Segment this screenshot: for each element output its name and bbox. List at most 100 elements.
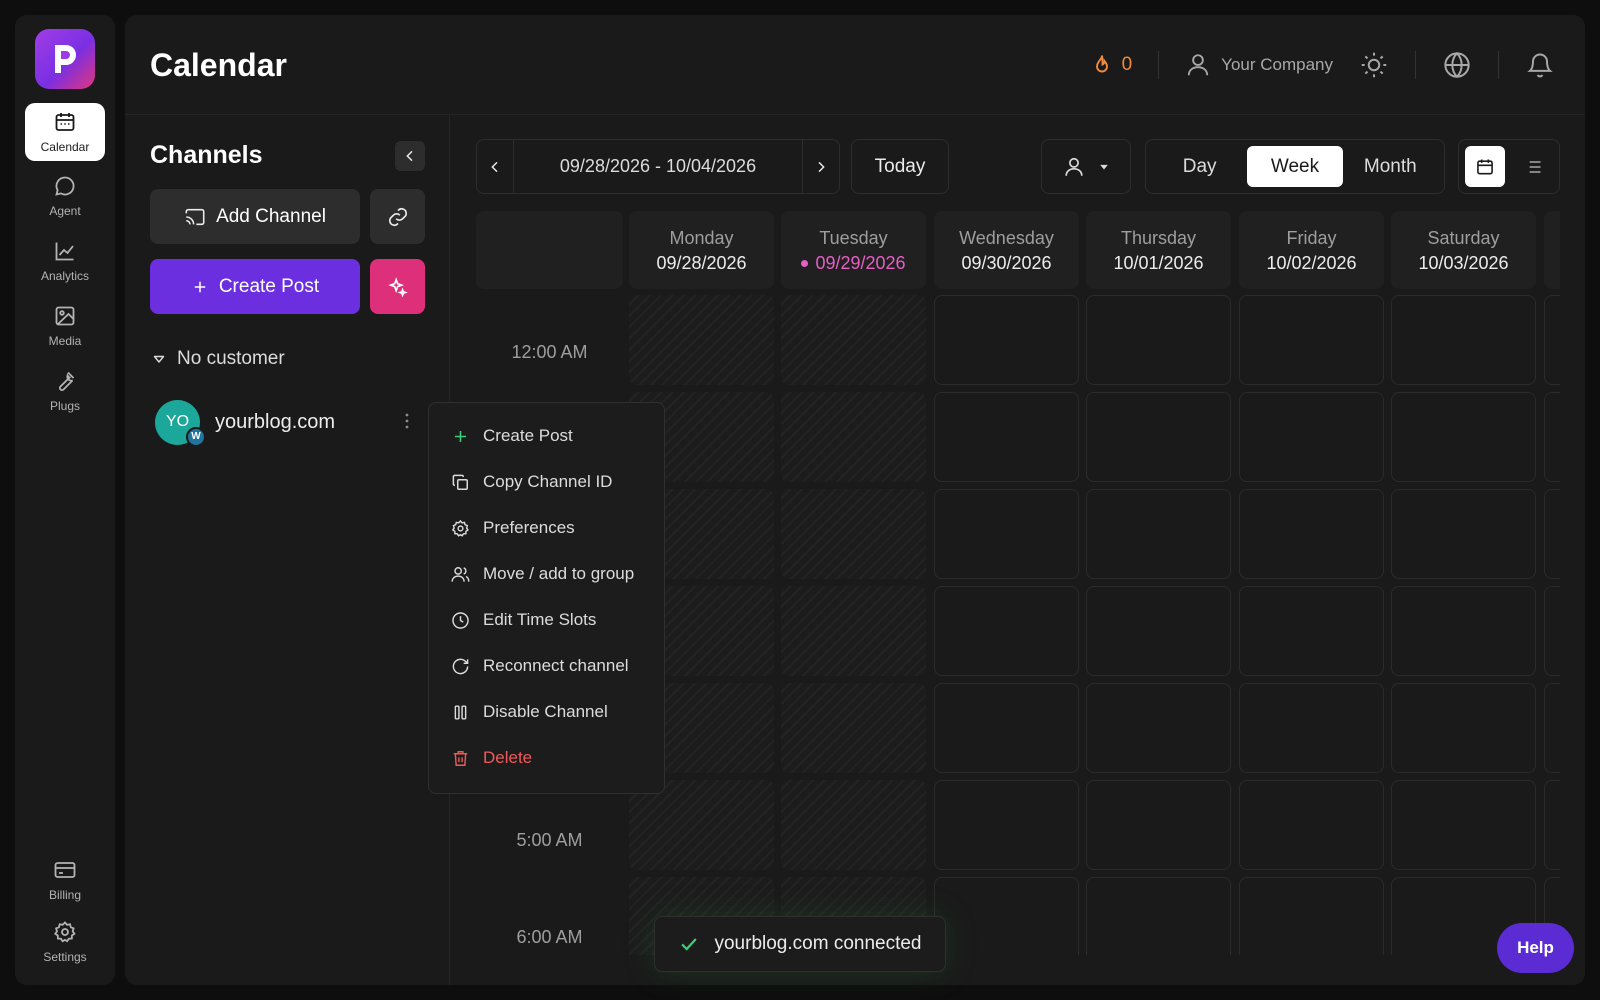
time-slot-cell[interactable] — [1391, 489, 1536, 579]
channel-item[interactable]: YO W yourblog.com — [155, 399, 415, 447]
menu-item-preferences[interactable]: Preferences — [429, 505, 664, 551]
sidebar-item-settings[interactable]: Settings — [25, 913, 105, 971]
time-slot-cell[interactable] — [1391, 683, 1536, 773]
time-slot-cell[interactable] — [1086, 392, 1231, 482]
time-slot-cell[interactable] — [1086, 586, 1231, 676]
time-slot-cell[interactable] — [1239, 683, 1384, 773]
next-week-button[interactable] — [802, 140, 839, 193]
header-divider — [1415, 51, 1416, 79]
previous-week-button[interactable] — [477, 140, 514, 193]
time-slot-cell[interactable] — [1086, 780, 1231, 870]
cast-icon — [185, 208, 205, 225]
postiz-logo-icon — [55, 45, 76, 73]
time-slot-cell[interactable] — [934, 295, 1079, 385]
time-slot-cell[interactable] — [934, 877, 1079, 955]
time-slot-cell[interactable] — [934, 489, 1079, 579]
time-slot-cell[interactable] — [1544, 295, 1560, 385]
sidebar-item-billing[interactable]: Billing — [25, 851, 105, 909]
time-slot-cell[interactable] — [781, 586, 926, 676]
time-slot-cell[interactable] — [1239, 392, 1384, 482]
sidebar-item-analytics[interactable]: Analytics — [25, 232, 105, 290]
help-button[interactable]: Help — [1497, 923, 1574, 973]
time-slot-cell[interactable] — [1391, 392, 1536, 482]
collapse-channels-button[interactable] — [395, 141, 425, 171]
time-slot-cell[interactable] — [1391, 295, 1536, 385]
date-range[interactable]: 09/28/2026 - 10/04/2026 — [514, 156, 802, 177]
time-slot-cell[interactable] — [781, 780, 926, 870]
time-slot-cell[interactable] — [1239, 489, 1384, 579]
bell-icon — [1527, 53, 1553, 78]
customer-filter-select[interactable] — [1041, 139, 1131, 194]
more-vertical-icon[interactable] — [405, 413, 409, 429]
time-slot-cell[interactable] — [1544, 780, 1560, 870]
company-name: Your Company — [1221, 55, 1333, 74]
day-name: Thursday — [1120, 228, 1197, 248]
notifications-button[interactable] — [1525, 50, 1555, 80]
time-slot-cell[interactable] — [934, 586, 1079, 676]
time-slot-cell[interactable] — [1086, 489, 1231, 579]
time-slot-cell[interactable] — [1544, 683, 1560, 773]
menu-item-create-post[interactable]: Create Post — [429, 413, 664, 459]
menu-item-copy-channel-id[interactable]: Copy Channel ID — [429, 459, 664, 505]
time-slot-cell[interactable] — [1544, 586, 1560, 676]
menu-item-label: Reconnect channel — [483, 656, 629, 675]
sidebar-item-plugs[interactable]: Plugs — [25, 362, 105, 420]
sidebar-item-label: Media — [48, 334, 82, 348]
user-icon — [1188, 54, 1209, 76]
sidebar-item-label: Analytics — [40, 269, 90, 283]
time-slot-cell[interactable] — [629, 295, 774, 385]
time-slot-cell[interactable] — [781, 683, 926, 773]
time-slot-cell[interactable] — [934, 392, 1079, 482]
time-slot-cell[interactable] — [1086, 683, 1231, 773]
day-header-saturday: Saturday 10/03/2026 — [1391, 211, 1536, 289]
layout-switcher — [1458, 139, 1560, 194]
time-slot-cell[interactable] — [934, 780, 1079, 870]
view-week-tab[interactable]: Week — [1247, 146, 1343, 187]
streak-counter[interactable]: 0 — [1090, 53, 1132, 77]
view-day-tab[interactable]: Day — [1152, 146, 1247, 187]
create-post-button[interactable]: Create Post — [150, 259, 360, 314]
time-slot-cell[interactable] — [934, 683, 1079, 773]
time-slot-cell[interactable] — [1239, 586, 1384, 676]
time-slot-cell[interactable] — [1391, 780, 1536, 870]
add-channel-label: Add Channel — [216, 205, 326, 227]
sidebar-item-calendar[interactable]: Calendar — [25, 103, 105, 161]
time-slot-cell[interactable] — [781, 489, 926, 579]
sidebar-item-media[interactable]: Media — [25, 297, 105, 355]
calendar-layout-button[interactable] — [1465, 146, 1505, 187]
time-slot-cell[interactable] — [781, 295, 926, 385]
menu-item-disable-channel[interactable]: Disable Channel — [429, 689, 664, 735]
grid-corner — [476, 211, 623, 289]
time-slot-cell[interactable] — [781, 392, 926, 482]
chevron-left-icon — [491, 161, 498, 172]
menu-item-delete[interactable]: Delete — [429, 735, 664, 781]
menu-item-label: Preferences — [483, 518, 575, 537]
customer-selector[interactable]: No customer — [153, 348, 285, 370]
language-selector[interactable] — [1442, 50, 1472, 80]
today-button[interactable]: Today — [851, 139, 949, 194]
view-month-tab[interactable]: Month — [1343, 146, 1438, 187]
theme-toggle[interactable] — [1359, 50, 1389, 80]
ai-generate-button[interactable] — [370, 259, 425, 314]
list-layout-button[interactable] — [1513, 146, 1553, 187]
link-icon — [388, 207, 407, 226]
gear-icon — [451, 519, 469, 537]
company-selector[interactable]: Your Company — [1185, 52, 1333, 78]
add-channel-button[interactable]: Add Channel — [150, 189, 360, 244]
app-logo[interactable] — [35, 29, 95, 89]
credit-card-icon — [54, 862, 76, 878]
time-slot-cell[interactable] — [1086, 295, 1231, 385]
time-slot-cell[interactable] — [1544, 489, 1560, 579]
time-slot-cell[interactable] — [1239, 780, 1384, 870]
time-slot-cell[interactable] — [1239, 295, 1384, 385]
invite-link-button[interactable] — [370, 189, 425, 244]
time-slot-cell[interactable] — [1544, 392, 1560, 482]
menu-item-edit-time-slots[interactable]: Edit Time Slots — [429, 597, 664, 643]
sidebar-item-agent[interactable]: Agent — [25, 167, 105, 225]
time-slot-cell[interactable] — [1391, 586, 1536, 676]
time-slot-cell[interactable] — [1086, 877, 1231, 955]
menu-item-move-to-group[interactable]: Move / add to group — [429, 551, 664, 597]
time-slot-cell[interactable] — [1239, 877, 1384, 955]
day-header-sunday — [1544, 211, 1560, 289]
menu-item-reconnect-channel[interactable]: Reconnect channel — [429, 643, 664, 689]
